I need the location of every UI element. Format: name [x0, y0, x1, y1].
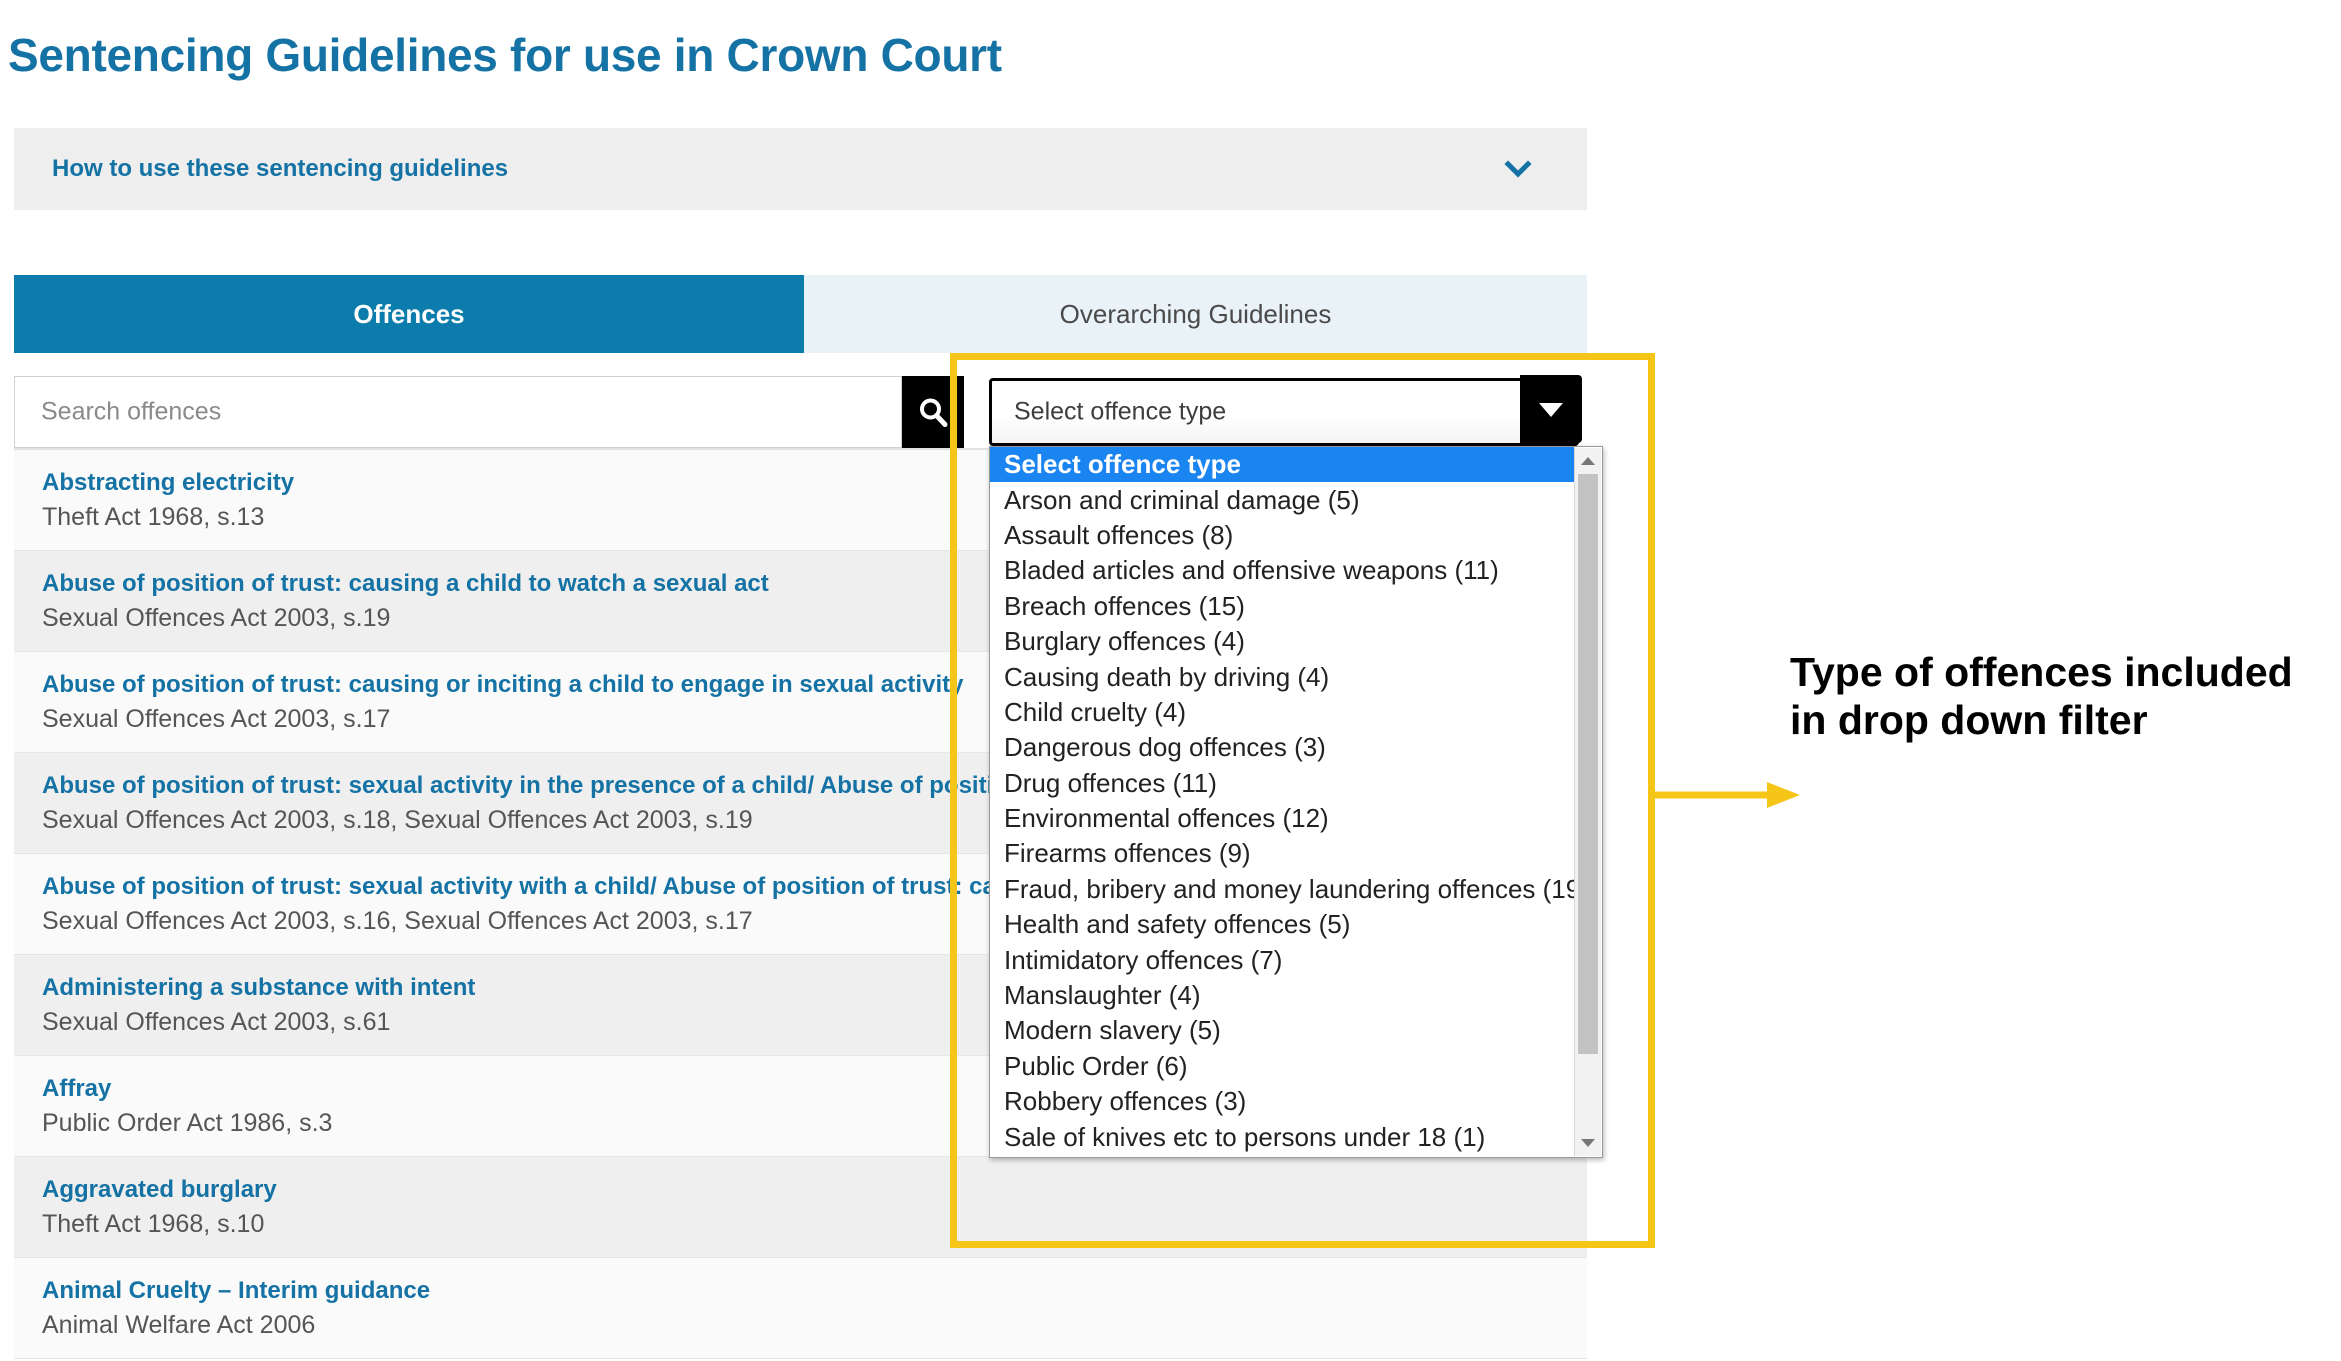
- offence-type-select[interactable]: Select offence type: [989, 375, 1582, 446]
- list-item[interactable]: Animal Cruelty – Interim guidance Animal…: [14, 1258, 1587, 1359]
- offence-type-select-field[interactable]: Select offence type: [989, 378, 1579, 446]
- dropdown-option[interactable]: Assault offences (8): [990, 518, 1574, 553]
- dropdown-option[interactable]: Environmental offences (12): [990, 801, 1574, 836]
- how-to-use-accordion[interactable]: How to use these sentencing guidelines: [14, 128, 1587, 210]
- dropdown-option-label: Assault offences (8): [1004, 519, 1234, 550]
- dropdown-scrollbar[interactable]: [1574, 448, 1601, 1156]
- dropdown-option-label: Public Order (6): [1004, 1050, 1188, 1081]
- dropdown-option-label: Burglary offences (4): [1004, 626, 1245, 657]
- dropdown-scrollbar-thumb[interactable]: [1578, 474, 1598, 1054]
- dropdown-option[interactable]: Arson and criminal damage (5): [990, 482, 1574, 517]
- dropdown-option-label: Bladed articles and offensive weapons (1…: [1004, 555, 1499, 586]
- tab-overarching-guidelines[interactable]: Overarching Guidelines: [804, 275, 1587, 353]
- dropdown-option[interactable]: Burglary offences (4): [990, 624, 1574, 659]
- dropdown-option-label: Breach offences (15): [1004, 590, 1245, 621]
- right-arrow-icon: [1655, 778, 1800, 812]
- dropdown-option-label: Causing death by driving (4): [1004, 661, 1330, 692]
- dropdown-option-label: Child cruelty (4): [1004, 696, 1187, 727]
- search-input-placeholder: Search offences: [41, 397, 222, 426]
- dropdown-option[interactable]: Fraud, bribery and money laundering offe…: [990, 872, 1589, 907]
- dropdown-option[interactable]: Manslaughter (4): [990, 978, 1574, 1013]
- offence-type-dropdown-toggle[interactable]: [1520, 375, 1582, 443]
- dropdown-option[interactable]: Robbery offences (3): [990, 1084, 1574, 1119]
- tab-overarching-guidelines-label: Overarching Guidelines: [1059, 298, 1332, 329]
- dropdown-option-label: Intimidatory offences (7): [1004, 944, 1283, 975]
- dropdown-option-label: Modern slavery (5): [1004, 1015, 1221, 1046]
- dropdown-option[interactable]: Dangerous dog offences (3): [990, 730, 1574, 765]
- dropdown-option[interactable]: Bladed articles and offensive weapons (1…: [990, 553, 1574, 588]
- dropdown-option[interactable]: Health and safety offences (5): [990, 907, 1574, 942]
- offence-type-dropdown-list[interactable]: Select offence type Arson and criminal d…: [989, 446, 1603, 1158]
- dropdown-option-label: Sale of knives etc to persons under 18 (…: [1004, 1121, 1486, 1152]
- dropdown-option-label: Health and safety offences (5): [1004, 909, 1351, 940]
- scroll-up-arrow-icon[interactable]: [1575, 448, 1601, 474]
- dropdown-option-label: Arson and criminal damage (5): [1004, 484, 1360, 515]
- dropdown-option[interactable]: Modern slavery (5): [990, 1013, 1574, 1048]
- search-button[interactable]: [902, 376, 964, 448]
- dropdown-option-label: Select offence type: [1004, 449, 1241, 480]
- accordion-label: How to use these sentencing guidelines: [52, 155, 509, 182]
- dropdown-option[interactable]: Causing death by driving (4): [990, 659, 1574, 694]
- dropdown-option[interactable]: Select offence type: [990, 447, 1574, 483]
- dropdown-option[interactable]: Sale of knives etc to persons under 18 (…: [990, 1119, 1574, 1154]
- offence-legislation: Animal Welfare Act 2006: [42, 1310, 316, 1339]
- dropdown-option[interactable]: Public Order (6): [990, 1049, 1574, 1084]
- dropdown-option-label: Drug offences (11): [1004, 767, 1217, 798]
- offence-title[interactable]: Animal Cruelty – Interim guidance: [42, 1276, 1559, 1307]
- tab-offences-label: Offences: [353, 298, 465, 329]
- dropdown-option-label: Environmental offences (12): [1004, 803, 1329, 834]
- dropdown-option[interactable]: Drug offences (11): [990, 766, 1574, 801]
- dropdown-option[interactable]: Child cruelty (4): [990, 695, 1574, 730]
- dropdown-option-label: Firearms offences (9): [1004, 838, 1251, 869]
- dropdown-option[interactable]: Intimidatory offences (7): [990, 942, 1574, 977]
- tab-offences[interactable]: Offences: [14, 275, 804, 353]
- annotation-text: Type of offences included in drop down f…: [1790, 649, 2293, 744]
- search-icon: [915, 394, 951, 430]
- dropdown-option-label: Robbery offences (3): [1004, 1086, 1247, 1117]
- page-title: Sentencing Guidelines for use in Crown C…: [8, 29, 1002, 81]
- dropdown-option-label: Dangerous dog offences (3): [1004, 732, 1326, 763]
- dropdown-option-label: Manslaughter (4): [1004, 980, 1201, 1011]
- search-input[interactable]: Search offences: [14, 376, 902, 448]
- dropdown-option-label: Fraud, bribery and money laundering offe…: [1004, 873, 1589, 904]
- scroll-down-arrow-icon[interactable]: [1575, 1130, 1601, 1156]
- offence-type-selected-value: Select offence type: [1014, 397, 1227, 426]
- dropdown-options: Select offence type Arson and criminal d…: [990, 447, 1589, 1157]
- dropdown-option[interactable]: Breach offences (15): [990, 589, 1574, 624]
- offence-legislation: Theft Act 1968, s.10: [42, 1209, 265, 1238]
- triangle-down-icon: [1536, 398, 1566, 420]
- chevron-down-icon[interactable]: [1501, 152, 1535, 186]
- dropdown-option[interactable]: Firearms offences (9): [990, 836, 1574, 871]
- guidelines-tabs: Offences Overarching Guidelines: [14, 275, 1587, 353]
- list-item[interactable]: Aggravated burglary Theft Act 1968, s.10: [14, 1157, 1587, 1258]
- offence-title[interactable]: Aggravated burglary: [42, 1175, 1559, 1206]
